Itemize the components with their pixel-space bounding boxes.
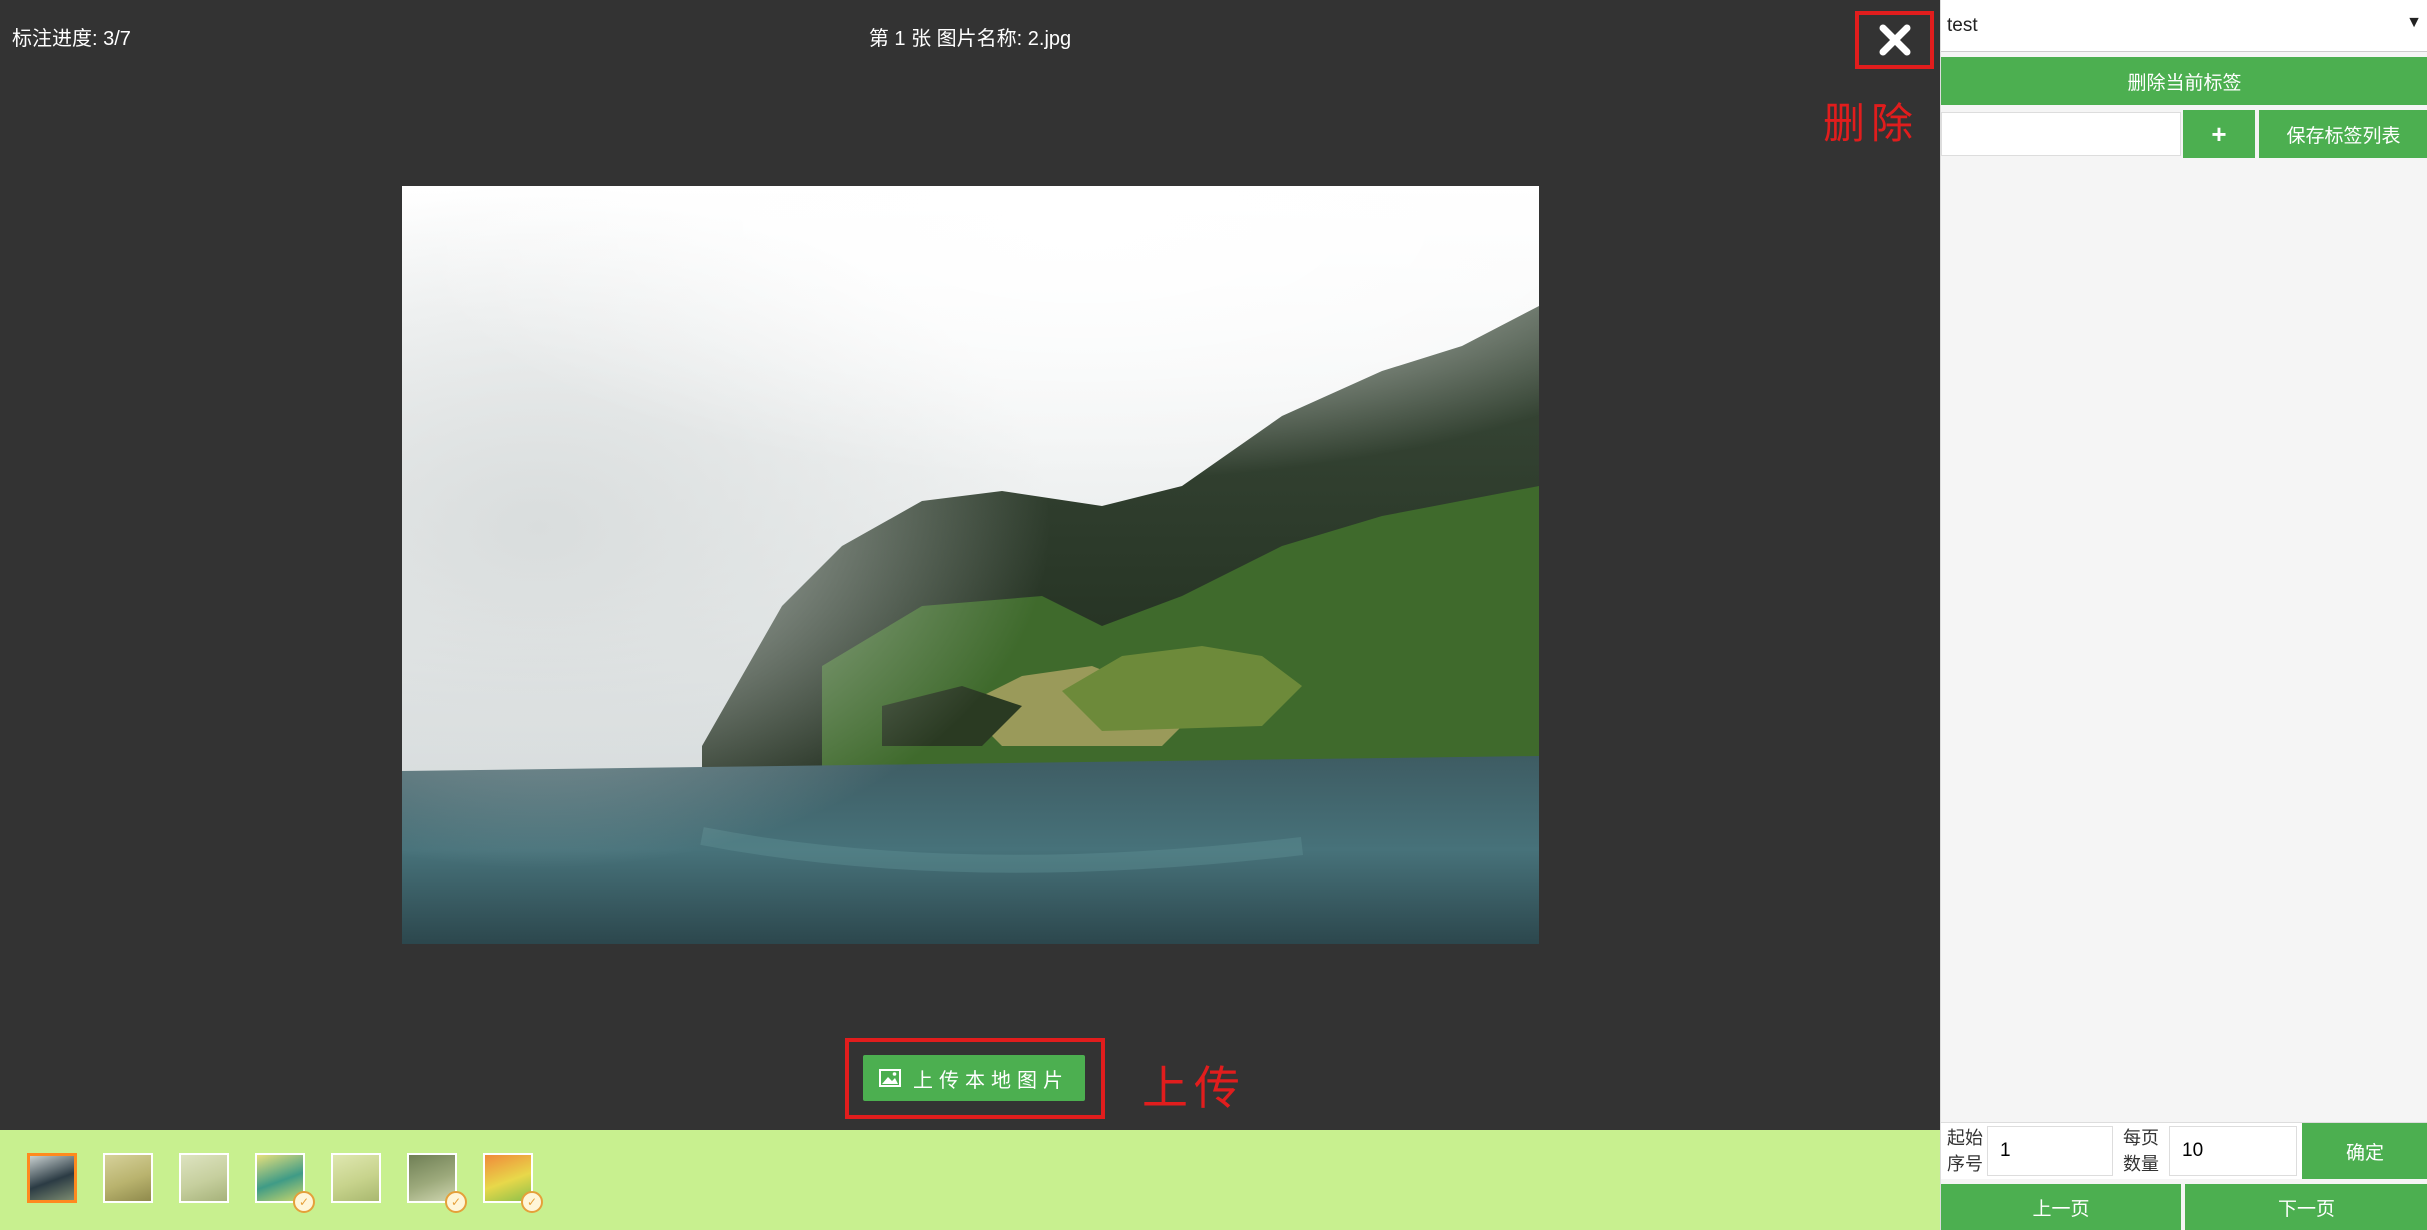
label-sidebar: test ▼ 删除当前标签 + 保存标签列表 起始 序号 每页 数量 确定 上一… <box>1940 0 2427 1230</box>
previous-page-button[interactable]: 上一页 <box>1941 1184 2181 1230</box>
image-title: 第 1 张 图片名称: 2.jpg <box>868 28 1072 50</box>
per-page-label-line1: 每页 <box>2123 1128 2159 1148</box>
label-select-value: test <box>1947 15 1978 36</box>
thumbnail[interactable]: ✓ <box>255 1153 315 1213</box>
add-label-button[interactable]: + <box>2183 110 2255 158</box>
per-page-label: 每页 数量 <box>2123 1125 2159 1177</box>
check-badge-icon: ✓ <box>521 1191 543 1213</box>
save-label-list-button[interactable]: 保存标签列表 <box>2259 110 2427 158</box>
close-x-icon <box>1879 24 1910 56</box>
check-badge-icon: ✓ <box>445 1191 467 1213</box>
start-index-label-line1: 起始 <box>1947 1128 1983 1148</box>
thumbnail[interactable] <box>179 1153 229 1203</box>
thumbnail[interactable] <box>103 1153 153 1203</box>
image-icon <box>879 1069 901 1087</box>
upload-highlight: 上传本地图片 <box>845 1038 1105 1119</box>
chevron-down-icon: ▼ <box>2406 14 2422 31</box>
upload-local-image-button[interactable]: 上传本地图片 <box>863 1055 1085 1101</box>
delete-current-label-button[interactable]: 删除当前标签 <box>1941 57 2427 105</box>
confirm-button[interactable]: 确定 <box>2302 1123 2427 1179</box>
thumbnail[interactable] <box>27 1153 77 1203</box>
start-index-label-line2: 序号 <box>1947 1154 1983 1174</box>
thumbnail[interactable] <box>331 1153 381 1203</box>
per-page-label-line2: 数量 <box>2123 1154 2159 1174</box>
image-viewer: 标注进度: 3/7 第 1 张 图片名称: 2.jpg 删除 上传本地图片 上传 <box>0 0 1940 1130</box>
start-index-input[interactable] <box>1987 1126 2113 1176</box>
delete-image-button[interactable] <box>1855 11 1934 69</box>
upload-button-label: 上传本地图片 <box>913 1069 1069 1092</box>
check-badge-icon: ✓ <box>293 1191 315 1213</box>
label-select[interactable]: test ▼ <box>1941 0 2427 52</box>
thumbnail[interactable]: ✓ <box>407 1153 467 1213</box>
delete-annotation: 删除 <box>1823 99 1920 148</box>
thumbnail-strip: ✓ ✓ ✓ <box>0 1130 1940 1230</box>
start-index-label: 起始 序号 <box>1947 1125 1983 1177</box>
upload-annotation: 上传 <box>1142 1061 1246 1115</box>
thumbnail[interactable]: ✓ <box>483 1153 543 1213</box>
pager-settings: 起始 序号 每页 数量 确定 <box>1941 1122 2427 1179</box>
landscape-photo <box>402 186 1539 944</box>
main-image <box>402 186 1539 944</box>
next-page-button[interactable]: 下一页 <box>2185 1184 2427 1230</box>
per-page-input[interactable] <box>2169 1126 2297 1176</box>
new-label-input[interactable] <box>1941 112 2181 156</box>
